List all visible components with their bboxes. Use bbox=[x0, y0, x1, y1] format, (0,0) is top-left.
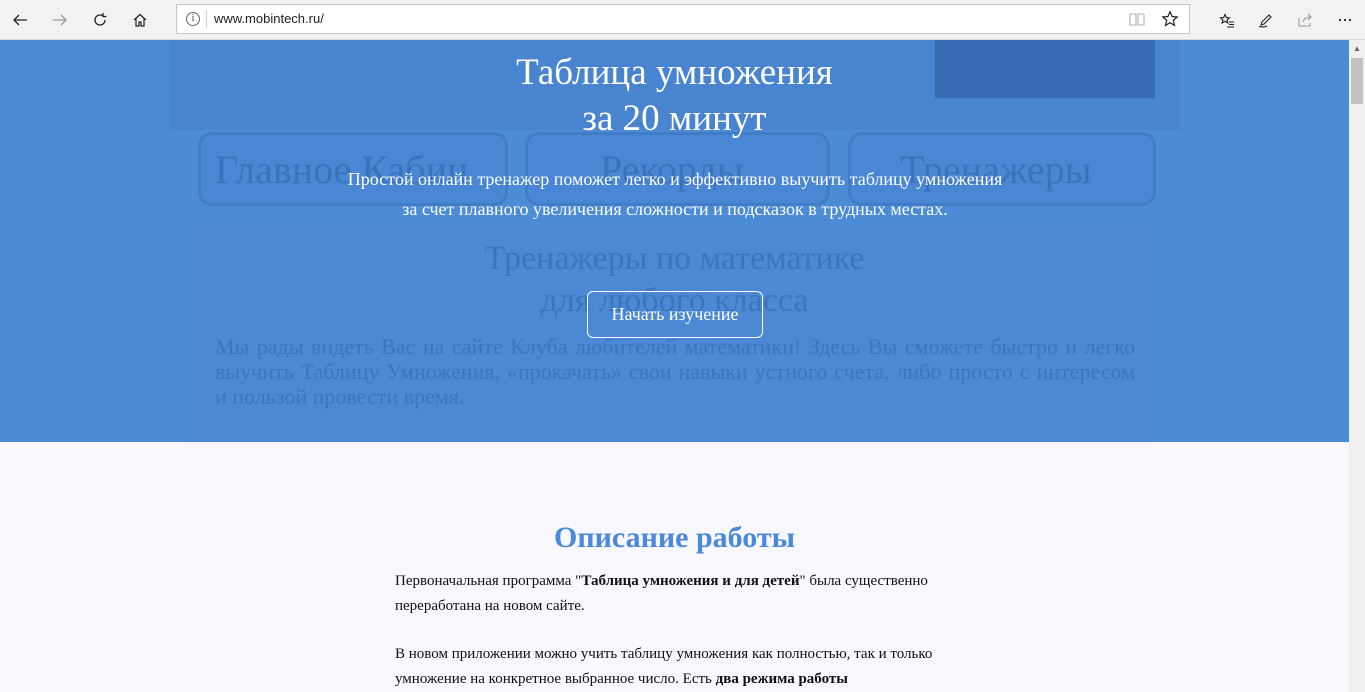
background-heading-line1: Тренажеры по математике bbox=[484, 240, 865, 277]
share-button[interactable] bbox=[1285, 0, 1325, 40]
vertical-scrollbar[interactable]: ▲ bbox=[1349, 40, 1365, 692]
forward-button[interactable] bbox=[40, 0, 80, 40]
scrollbar-thumb[interactable] bbox=[1351, 58, 1363, 104]
hero-title-line1: Таблица умножения bbox=[516, 52, 833, 93]
modes-bold: два режима работы bbox=[715, 671, 848, 687]
notes-button[interactable] bbox=[1246, 0, 1286, 40]
more-button[interactable] bbox=[1325, 0, 1365, 40]
more-dots-icon bbox=[1338, 18, 1352, 22]
favorite-star-icon[interactable] bbox=[1161, 10, 1179, 28]
refresh-icon bbox=[94, 13, 107, 26]
address-divider bbox=[206, 10, 207, 28]
reading-view-icon[interactable] bbox=[1129, 11, 1145, 27]
hero-title: Таблица умножения за 20 минут bbox=[0, 50, 1349, 142]
background-text: Мы рады видеть Вас на сайте Клуба любите… bbox=[215, 334, 1135, 409]
info-icon[interactable]: i bbox=[186, 12, 200, 26]
refresh-button[interactable] bbox=[80, 0, 120, 40]
browser-toolbar: i www.mobintech.ru/ bbox=[0, 0, 1365, 40]
hero-section: Главное Кабин Рекорды Тренажеры Тренажер… bbox=[0, 40, 1349, 442]
favorites-button[interactable] bbox=[1207, 0, 1247, 40]
scroll-up-arrow-icon[interactable]: ▲ bbox=[1349, 40, 1365, 56]
paragraph-2-start: В новом приложении можно учить таблицу у… bbox=[395, 646, 933, 687]
description-section: Описание работы Первоначальная программа… bbox=[0, 442, 1349, 692]
program-name-bold: Таблица умножения и для детей bbox=[581, 573, 800, 589]
arrow-left-icon bbox=[13, 14, 27, 26]
arrow-right-icon bbox=[53, 14, 67, 26]
home-button[interactable] bbox=[120, 0, 160, 40]
pen-icon bbox=[1258, 14, 1272, 28]
section-title: Описание работы bbox=[553, 521, 796, 554]
favorites-list-icon bbox=[1219, 13, 1234, 28]
paragraph-1-start: Первоначальная программа " bbox=[395, 573, 582, 589]
hero-description: Простой онлайн тренажер поможет легко и … bbox=[347, 169, 1003, 219]
paragraph-2: В новом приложении можно учить таблицу у… bbox=[395, 642, 940, 692]
hero-title-line2: за 20 минут bbox=[582, 98, 767, 139]
share-icon bbox=[1298, 13, 1312, 27]
home-icon bbox=[133, 13, 147, 27]
start-learning-button[interactable]: Начать изучение bbox=[587, 291, 763, 338]
back-button[interactable] bbox=[0, 0, 40, 40]
address-bar[interactable]: i www.mobintech.ru/ bbox=[176, 4, 1190, 34]
url-text[interactable]: www.mobintech.ru/ bbox=[214, 11, 324, 26]
paragraph-1: Первоначальная программа "Таблица умноже… bbox=[395, 569, 940, 619]
